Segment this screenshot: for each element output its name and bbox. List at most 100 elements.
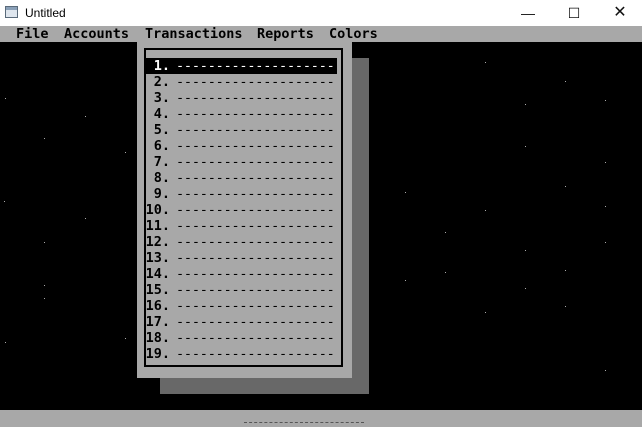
transaction-item-number: 2.: [153, 74, 170, 90]
transaction-menu-item[interactable]: 8. --------------------: [146, 170, 337, 186]
app-window-icon: [5, 6, 18, 18]
transaction-item-number: 8.: [153, 170, 170, 186]
transaction-menu-item[interactable]: 4. --------------------: [146, 106, 337, 122]
star-dot: [525, 104, 526, 105]
star-dot: [525, 146, 526, 147]
star-dot: [605, 162, 606, 163]
star-dot: [405, 192, 406, 193]
transaction-item-label: --------------------: [176, 298, 335, 314]
star-dot: [44, 298, 45, 299]
transaction-item-label: --------------------: [176, 90, 335, 106]
transaction-item-label: --------------------: [176, 170, 335, 186]
transaction-item-number: 13.: [145, 250, 170, 266]
transaction-menu-item[interactable]: 17. --------------------: [146, 314, 337, 330]
star-dot: [485, 62, 486, 63]
star-dot: [485, 210, 486, 211]
transaction-item-label: --------------------: [176, 154, 335, 170]
dos-screen: 1. -------------------- 2. ----------------…: [0, 42, 642, 410]
transaction-item-label: --------------------: [176, 282, 335, 298]
transaction-item-number: 4.: [153, 106, 170, 122]
transaction-item-label: --------------------: [176, 218, 335, 234]
transaction-item-number: 3.: [153, 90, 170, 106]
transaction-item-label: --------------------: [176, 330, 335, 346]
transaction-menu-item[interactable]: 3. --------------------: [146, 90, 337, 106]
star-dot: [44, 138, 45, 139]
transaction-menu-item[interactable]: 6. --------------------: [146, 138, 337, 154]
transaction-item-number: 15.: [145, 282, 170, 298]
transaction-item-number: 19.: [145, 346, 170, 362]
transaction-menu-item[interactable]: 15. --------------------: [146, 282, 337, 298]
transaction-menu-item[interactable]: 1. --------------------: [146, 58, 337, 74]
transaction-menu-item[interactable]: 5. --------------------: [146, 122, 337, 138]
star-dot: [4, 201, 5, 202]
menu-reports[interactable]: Reports: [257, 26, 314, 42]
menu-bar: File Accounts Transactions Reports Color…: [0, 26, 642, 42]
transaction-menu-item[interactable]: 2. --------------------: [146, 74, 337, 90]
star-dot: [445, 272, 446, 273]
star-dot: [125, 338, 126, 339]
maximize-button[interactable]: ☐: [551, 0, 597, 26]
transaction-menu-item[interactable]: 19. --------------------: [146, 346, 337, 362]
star-dot: [605, 100, 606, 101]
transaction-item-label: --------------------: [176, 106, 335, 122]
star-dot: [565, 306, 566, 307]
star-dot: [5, 342, 6, 343]
star-dot: [565, 186, 566, 187]
transaction-menu-item[interactable]: 10. --------------------: [146, 202, 337, 218]
transaction-item-label: --------------------: [176, 122, 335, 138]
transaction-menu-item[interactable]: 14. --------------------: [146, 266, 337, 282]
menu-accounts[interactable]: Accounts: [64, 26, 129, 42]
star-dot: [605, 242, 606, 243]
transaction-item-number: 17.: [145, 314, 170, 330]
transaction-item-number: 11.: [145, 218, 170, 234]
transaction-item-number: 5.: [153, 122, 170, 138]
transaction-item-label: --------------------: [176, 314, 335, 330]
status-bar-fragment: [244, 422, 364, 428]
transaction-item-number: 12.: [145, 234, 170, 250]
star-dot: [44, 285, 45, 286]
menu-transactions[interactable]: Transactions: [145, 26, 243, 42]
transaction-menu-item[interactable]: 12. --------------------: [146, 234, 337, 250]
transaction-item-label: --------------------: [176, 186, 335, 202]
transaction-menu-item[interactable]: 13. --------------------: [146, 250, 337, 266]
transaction-item-number: 14.: [145, 266, 170, 282]
transaction-menu-item[interactable]: 16. --------------------: [146, 298, 337, 314]
star-dot: [525, 288, 526, 289]
transaction-menu-item[interactable]: 11. --------------------: [146, 218, 337, 234]
star-dot: [485, 312, 486, 313]
window-title: Untitled: [25, 6, 66, 20]
transaction-item-number: 10.: [145, 202, 170, 218]
star-dot: [125, 152, 126, 153]
menu-colors[interactable]: Colors: [329, 26, 378, 42]
transaction-item-number: 16.: [145, 298, 170, 314]
star-dot: [85, 218, 86, 219]
star-dot: [5, 98, 6, 99]
transaction-menu-item[interactable]: 9. --------------------: [146, 186, 337, 202]
transaction-item-number: 18.: [145, 330, 170, 346]
star-dot: [525, 250, 526, 251]
transaction-item-label: --------------------: [176, 202, 335, 218]
transaction-item-label: --------------------: [176, 58, 335, 74]
transaction-item-number: 7.: [153, 154, 170, 170]
transaction-item-label: --------------------: [176, 74, 335, 90]
transaction-item-label: --------------------: [176, 138, 335, 154]
transaction-menu-item[interactable]: 18. --------------------: [146, 330, 337, 346]
transaction-item-number: 9.: [153, 186, 170, 202]
star-dot: [605, 370, 606, 371]
star-dot: [565, 270, 566, 271]
star-dot: [85, 116, 86, 117]
star-dot: [565, 81, 566, 82]
transaction-item-number: 1.: [153, 58, 170, 74]
transaction-item-label: --------------------: [176, 234, 335, 250]
transaction-menu-item[interactable]: 7. --------------------: [146, 154, 337, 170]
title-bar: Untitled — ☐ ✕: [0, 0, 642, 26]
star-dot: [605, 206, 606, 207]
minimize-button[interactable]: —: [505, 0, 551, 26]
star-dot: [445, 232, 446, 233]
transaction-item-label: --------------------: [176, 250, 335, 266]
close-button[interactable]: ✕: [597, 0, 642, 26]
transaction-item-number: 6.: [153, 138, 170, 154]
transaction-item-label: --------------------: [176, 266, 335, 282]
status-bar: [0, 410, 642, 427]
menu-file[interactable]: File: [16, 26, 49, 42]
